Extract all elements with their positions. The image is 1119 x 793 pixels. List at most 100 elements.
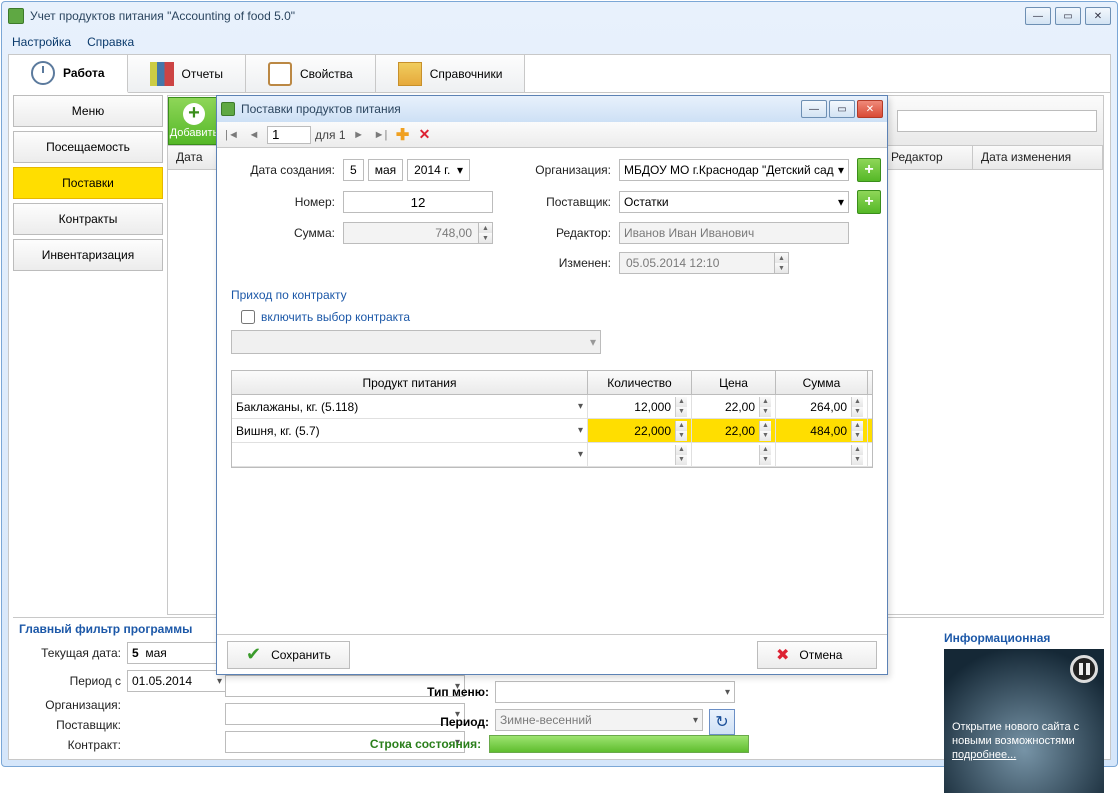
maximize-button[interactable]: ▭: [1055, 7, 1081, 25]
th-product[interactable]: Продукт питания: [232, 371, 588, 394]
nav-first-icon[interactable]: |◄: [223, 126, 241, 144]
sum-display: 748,00▲▼: [343, 222, 493, 244]
info-body[interactable]: Открытие нового сайта с новыми возможнос…: [944, 649, 1104, 793]
dialog-record-nav: |◄ ◄ для 1 ► ►| ✚ ✕: [217, 122, 887, 148]
check-icon: ✔: [246, 644, 261, 665]
products-table: Продукт питания Количество Цена Сумма Ба…: [231, 370, 873, 468]
creation-date-label: Дата создания:: [231, 163, 335, 177]
menu-settings[interactable]: Настройка: [12, 35, 71, 49]
tab-catalogs[interactable]: Справочники: [376, 55, 526, 92]
tab-properties-label: Свойства: [300, 67, 353, 81]
save-label: Сохранить: [271, 648, 331, 662]
nav-menu[interactable]: Меню: [13, 95, 163, 127]
supplier-label: Поставщик:: [19, 718, 121, 732]
add-button[interactable]: + Добавить: [168, 97, 220, 145]
editor-display: Иванов Иван Иванович: [619, 222, 849, 244]
dialog-close[interactable]: ✕: [857, 100, 883, 118]
status-label: Строка состояния:: [370, 737, 481, 751]
bars-icon: [150, 62, 174, 86]
dlg-supplier-label: Поставщик:: [501, 195, 611, 209]
nav-attendance[interactable]: Посещаемость: [13, 131, 163, 163]
status-bar: [489, 735, 749, 753]
cancel-icon: ✖: [776, 645, 789, 665]
nav-total: для 1: [315, 128, 346, 142]
sum-label: Сумма:: [231, 226, 335, 240]
th-qty[interactable]: Количество: [588, 371, 692, 394]
include-contract-label: включить выбор контракта: [261, 310, 410, 324]
close-button[interactable]: ✕: [1085, 7, 1111, 25]
nav-add-icon[interactable]: ✚: [394, 126, 412, 144]
book-icon: [398, 62, 422, 86]
table-row-empty[interactable]: ▾ ▲▼ ▲▼ ▲▼: [232, 443, 872, 467]
info-more[interactable]: подробнее...: [952, 749, 1096, 763]
top-tabs: Работа Отчеты Свойства Справочники: [9, 55, 1110, 93]
nav-delete-icon[interactable]: ✕: [416, 126, 434, 144]
info-title: Информационная: [944, 631, 1104, 645]
info-panel: Информационная Открытие нового сайта с н…: [944, 631, 1104, 793]
period-from-label: Период с: [19, 674, 121, 688]
include-contract-checkbox[interactable]: [241, 310, 255, 324]
add-label: Добавить: [170, 127, 219, 139]
contract-section-title: Приход по контракту: [231, 288, 873, 302]
nav-deliveries[interactable]: Поставки: [13, 167, 163, 199]
tab-work-label: Работа: [63, 66, 105, 80]
tab-work[interactable]: Работа: [9, 55, 128, 93]
dialog-maximize[interactable]: ▭: [829, 100, 855, 118]
dialog-titlebar: Поставки продуктов питания — ▭ ✕: [217, 96, 887, 122]
app-icon: [8, 8, 24, 24]
current-date-combo[interactable]: 5 мая: [127, 642, 227, 664]
nav-inventory[interactable]: Инвентаризация: [13, 239, 163, 271]
clock-icon: [31, 61, 55, 85]
table-row[interactable]: Баклажаны, кг. (5.118)▾ 12,000▲▼ 22,00▲▼…: [232, 395, 872, 419]
contract-select[interactable]: ▾: [231, 330, 601, 354]
changed-display: 05.05.2014 12:10▲▼: [619, 252, 789, 274]
nav-page-input[interactable]: [267, 126, 311, 144]
add-supplier-button[interactable]: +: [857, 190, 881, 214]
delivery-dialog: Поставки продуктов питания — ▭ ✕ |◄ ◄ дл…: [216, 95, 888, 675]
th-total[interactable]: Сумма: [776, 371, 868, 394]
nav-next-icon[interactable]: ►: [350, 126, 368, 144]
window-title: Учет продуктов питания "Accounting of fo…: [30, 9, 1025, 23]
minimize-button[interactable]: —: [1025, 7, 1051, 25]
dlg-org-label: Организация:: [501, 163, 611, 177]
dialog-app-icon: [221, 102, 235, 116]
th-price[interactable]: Цена: [692, 371, 776, 394]
dlg-org-combo[interactable]: МБДОУ МО г.Краснодар "Детский сад▾: [619, 159, 849, 181]
col-changed[interactable]: Дата изменения: [973, 146, 1103, 169]
creation-date-input[interactable]: 5 мая 2014 г. ▾: [343, 159, 493, 181]
main-titlebar: Учет продуктов питания "Accounting of fo…: [2, 2, 1117, 30]
add-org-button[interactable]: +: [857, 158, 881, 182]
period-combo[interactable]: Зимне-весенний▾: [495, 709, 703, 731]
tab-catalogs-label: Справочники: [430, 67, 503, 81]
tab-reports[interactable]: Отчеты: [128, 55, 246, 92]
dlg-supplier-combo[interactable]: Остатки▾: [619, 191, 849, 213]
nav-prev-icon[interactable]: ◄: [245, 126, 263, 144]
menu-type-label: Тип меню:: [399, 685, 489, 699]
menubar: Настройка Справка: [2, 30, 1117, 54]
col-editor[interactable]: Редактор: [883, 146, 973, 169]
nav-contracts[interactable]: Контракты: [13, 203, 163, 235]
tab-reports-label: Отчеты: [182, 67, 223, 81]
cancel-button[interactable]: ✖ Отмена: [757, 641, 877, 669]
nav-last-icon[interactable]: ►|: [372, 126, 390, 144]
period-label: Период:: [399, 715, 489, 729]
clipboard-icon: [268, 62, 292, 86]
editor-label: Редактор:: [501, 226, 611, 240]
current-date-label: Текущая дата:: [19, 646, 121, 660]
table-row[interactable]: Вишня, кг. (5.7)▾ 22,000▲▼ 22,00▲▼ 484,0…: [232, 419, 872, 443]
save-button[interactable]: ✔ Сохранить: [227, 641, 350, 669]
menu-type-combo[interactable]: ▾: [495, 681, 735, 703]
menu-help[interactable]: Справка: [87, 35, 134, 49]
pause-icon[interactable]: [1070, 655, 1098, 683]
changed-label: Изменен:: [501, 256, 611, 270]
plus-icon: +: [183, 103, 205, 125]
number-label: Номер:: [231, 195, 335, 209]
org-label: Организация:: [19, 698, 121, 712]
search-input[interactable]: [897, 110, 1097, 132]
dialog-minimize[interactable]: —: [801, 100, 827, 118]
dialog-title: Поставки продуктов питания: [241, 102, 801, 116]
tab-properties[interactable]: Свойства: [246, 55, 376, 92]
left-nav: Меню Посещаемость Поставки Контракты Инв…: [13, 95, 163, 271]
number-input[interactable]: [343, 191, 493, 213]
cancel-label: Отмена: [799, 648, 842, 662]
